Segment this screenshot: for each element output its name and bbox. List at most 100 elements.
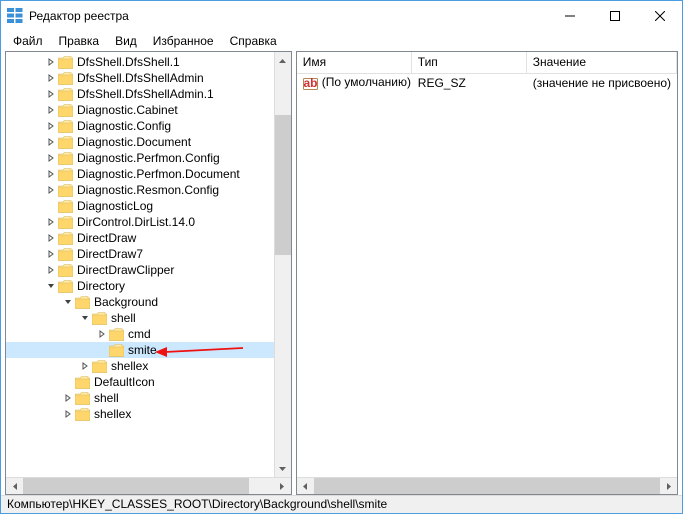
expander-icon[interactable] bbox=[61, 296, 74, 309]
tree-item[interactable]: Diagnostic.Resmon.Config bbox=[6, 182, 274, 198]
scroll-down-icon[interactable] bbox=[275, 460, 291, 477]
expander-icon[interactable] bbox=[44, 104, 57, 117]
tree-item-label: shellex bbox=[94, 407, 131, 421]
tree-item[interactable]: cmd bbox=[6, 326, 274, 342]
col-header-type[interactable]: Тип bbox=[412, 52, 527, 73]
expander-icon[interactable] bbox=[44, 264, 57, 277]
tree-item[interactable]: shell bbox=[6, 310, 274, 326]
menu-help[interactable]: Справка bbox=[222, 32, 285, 50]
tree-item-label: Diagnostic.Document bbox=[77, 135, 191, 149]
tree-item-label: Diagnostic.Cabinet bbox=[77, 103, 178, 117]
tree-item[interactable]: Background bbox=[6, 294, 274, 310]
tree-item-label: DfsShell.DfsShellAdmin.1 bbox=[77, 87, 214, 101]
expander-icon[interactable] bbox=[44, 88, 57, 101]
tree-item[interactable]: DefaultIcon bbox=[6, 374, 274, 390]
tree-item[interactable]: Diagnostic.Document bbox=[6, 134, 274, 150]
tree-item-label: DirectDrawClipper bbox=[77, 263, 174, 277]
scroll-up-icon[interactable] bbox=[275, 52, 291, 69]
list-row[interactable]: ab(По умолчанию)REG_SZ(значение не присв… bbox=[297, 74, 677, 92]
minimize-button[interactable] bbox=[547, 1, 592, 31]
tree-item-label: cmd bbox=[128, 327, 151, 341]
tree-item[interactable]: Directory bbox=[6, 278, 274, 294]
list-scrollbar-horizontal[interactable] bbox=[297, 477, 677, 494]
tree-item-label: DirectDraw bbox=[77, 231, 136, 245]
content-area: DfsShell.DfsShell.1 DfsShell.DfsShellAdmi… bbox=[1, 51, 682, 495]
window-title: Редактор реестра bbox=[29, 9, 547, 23]
value-list[interactable]: ab(По умолчанию)REG_SZ(значение не присв… bbox=[297, 74, 677, 477]
tree-item[interactable]: DfsShell.DfsShellAdmin bbox=[6, 70, 274, 86]
expander-icon[interactable] bbox=[44, 280, 57, 293]
expander-icon[interactable] bbox=[44, 216, 57, 229]
tree-item[interactable]: DirectDraw bbox=[6, 230, 274, 246]
title-bar: Редактор реестра bbox=[1, 1, 682, 31]
expander-icon[interactable] bbox=[44, 184, 57, 197]
tree-item[interactable]: Diagnostic.Perfmon.Document bbox=[6, 166, 274, 182]
tree-scrollbar-horizontal[interactable] bbox=[6, 477, 291, 494]
menu-bar: Файл Правка Вид Избранное Справка bbox=[1, 31, 682, 51]
expander-icon[interactable] bbox=[61, 408, 74, 421]
tree-scrollbar-vertical[interactable] bbox=[274, 52, 291, 477]
tree-item-label: Directory bbox=[77, 279, 125, 293]
tree-item[interactable]: smite bbox=[6, 342, 274, 358]
tree-item[interactable]: Diagnostic.Cabinet bbox=[6, 102, 274, 118]
tree-item[interactable]: shell bbox=[6, 390, 274, 406]
scroll-right-icon[interactable] bbox=[274, 478, 291, 495]
expander-icon[interactable] bbox=[95, 328, 108, 341]
tree-item-label: shell bbox=[111, 311, 136, 325]
tree-item-label: DirectDraw7 bbox=[77, 247, 143, 261]
app-icon bbox=[7, 8, 23, 24]
tree-item-label: DiagnosticLog bbox=[77, 199, 153, 213]
tree-item-label: DirControl.DirList.14.0 bbox=[77, 215, 195, 229]
tree-item[interactable]: Diagnostic.Config bbox=[6, 118, 274, 134]
tree-item[interactable]: shellex bbox=[6, 406, 274, 422]
maximize-button[interactable] bbox=[592, 1, 637, 31]
expander-icon[interactable] bbox=[44, 248, 57, 261]
expander-icon[interactable] bbox=[44, 152, 57, 165]
col-header-name[interactable]: Имя bbox=[297, 52, 412, 73]
tree-item-label: smite bbox=[128, 343, 157, 357]
scroll-left-icon[interactable] bbox=[6, 478, 23, 495]
value-pane: Имя Тип Значение ab(По умолчанию)REG_SZ(… bbox=[296, 51, 678, 495]
menu-favorites[interactable]: Избранное bbox=[145, 32, 222, 50]
tree-item-label: shell bbox=[94, 391, 119, 405]
list-header: Имя Тип Значение bbox=[297, 52, 677, 74]
window-buttons bbox=[547, 1, 682, 31]
tree-item-label: Diagnostic.Resmon.Config bbox=[77, 183, 219, 197]
tree-item[interactable]: DirControl.DirList.14.0 bbox=[6, 214, 274, 230]
menu-edit[interactable]: Правка bbox=[51, 32, 108, 50]
tree-item[interactable]: Diagnostic.Perfmon.Config bbox=[6, 150, 274, 166]
expander-icon[interactable] bbox=[78, 360, 91, 373]
expander-icon[interactable] bbox=[44, 72, 57, 85]
menu-view[interactable]: Вид bbox=[107, 32, 145, 50]
expander-icon[interactable] bbox=[44, 120, 57, 133]
status-bar: Компьютер\HKEY_CLASSES_ROOT\Directory\Ba… bbox=[1, 495, 682, 513]
menu-file[interactable]: Файл bbox=[5, 32, 51, 50]
tree-item[interactable]: DiagnosticLog bbox=[6, 198, 274, 214]
cell-name: ab(По умолчанию) bbox=[297, 74, 412, 91]
registry-tree[interactable]: DfsShell.DfsShell.1 DfsShell.DfsShellAdmi… bbox=[6, 52, 274, 477]
tree-item[interactable]: DfsShell.DfsShell.1 bbox=[6, 54, 274, 70]
tree-item-label: Diagnostic.Perfmon.Document bbox=[77, 167, 240, 181]
expander-icon[interactable] bbox=[61, 392, 74, 405]
expander-icon[interactable] bbox=[44, 232, 57, 245]
cell-value: (значение не присвоено) bbox=[527, 75, 677, 91]
col-header-value[interactable]: Значение bbox=[527, 52, 677, 73]
tree-item-label: shellex bbox=[111, 359, 148, 373]
tree-item-label: DfsShell.DfsShell.1 bbox=[77, 55, 180, 69]
tree-item[interactable]: DirectDrawClipper bbox=[6, 262, 274, 278]
tree-item-label: Diagnostic.Perfmon.Config bbox=[77, 151, 220, 165]
tree-item-label: Diagnostic.Config bbox=[77, 119, 171, 133]
expander-icon[interactable] bbox=[44, 56, 57, 69]
scroll-left-icon[interactable] bbox=[297, 478, 314, 495]
tree-item[interactable]: DirectDraw7 bbox=[6, 246, 274, 262]
scroll-right-icon[interactable] bbox=[660, 478, 677, 495]
tree-item[interactable]: shellex bbox=[6, 358, 274, 374]
expander-icon[interactable] bbox=[44, 168, 57, 181]
close-button[interactable] bbox=[637, 1, 682, 31]
tree-item-label: DefaultIcon bbox=[94, 375, 155, 389]
expander-icon[interactable] bbox=[44, 136, 57, 149]
tree-item-label: DfsShell.DfsShellAdmin bbox=[77, 71, 204, 85]
expander-icon[interactable] bbox=[78, 312, 91, 325]
tree-pane: DfsShell.DfsShell.1 DfsShell.DfsShellAdmi… bbox=[5, 51, 292, 495]
tree-item[interactable]: DfsShell.DfsShellAdmin.1 bbox=[6, 86, 274, 102]
